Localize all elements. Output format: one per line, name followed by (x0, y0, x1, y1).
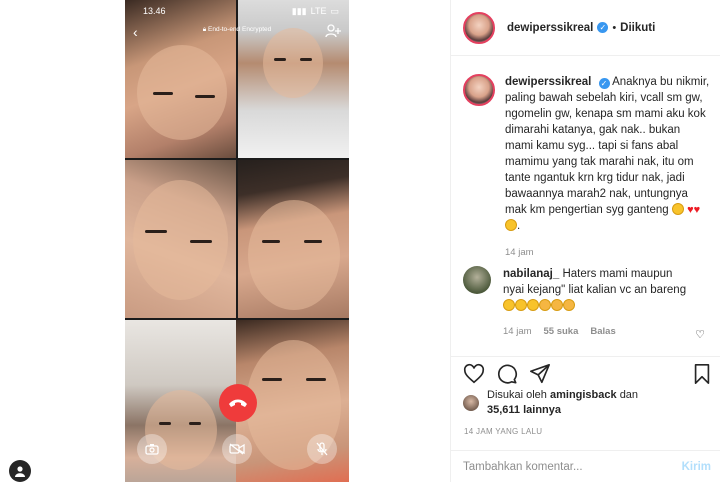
lock-icon: 🔒︎ (202, 26, 207, 33)
add-participant-icon[interactable] (325, 24, 341, 38)
share-icon[interactable] (529, 363, 551, 385)
heart-emoji-icon: ♥♥ (687, 204, 701, 216)
bookmark-icon[interactable] (691, 363, 713, 385)
video-call-screenshot: 13.46 ▮▮▮ LTE ▭ ‹ 🔒︎ End-to-end Encrypte… (125, 0, 349, 482)
liked-by-text: Disukai oleh amingisback dan 35,611 lain… (487, 388, 638, 418)
status-time: 13.46 (143, 6, 166, 16)
post-comment-button[interactable]: Kirim (682, 461, 711, 473)
call-tile-3 (125, 160, 236, 318)
mic-toggle-button[interactable] (307, 434, 337, 464)
comment-input[interactable] (463, 460, 663, 473)
heart-icon[interactable] (463, 363, 485, 385)
liked-by-prefix: Disukai oleh (487, 389, 547, 401)
verified-icon: ✓ (598, 78, 610, 89)
clap-emoji-icon (539, 299, 575, 312)
comment-text: nabilanaj_ Haters mami maupun nyai kejan… (503, 266, 689, 314)
user-icon (15, 466, 25, 477)
video-off-icon (229, 443, 245, 455)
comment-meta: 14 jam 55 suka Balas (503, 326, 689, 337)
caption-username[interactable]: dewiperssikreal (505, 76, 591, 88)
separator-dot: • (612, 21, 617, 34)
caption-body: Anaknya bu nikmir, paling bawah sebelah … (505, 76, 710, 216)
laugh-emoji-icon (505, 219, 517, 232)
signal-icon: ▮▮▮ (291, 5, 307, 16)
like-count[interactable]: 35,611 lainnya (487, 404, 561, 416)
network-label: LTE (310, 6, 327, 16)
tagged-users-button[interactable] (9, 460, 31, 482)
comment-item: nabilanaj_ Haters mami maupun nyai kejan… (463, 266, 713, 337)
caption-time[interactable]: 14 jam (505, 247, 711, 258)
header-username[interactable]: dewiperssikreal (507, 22, 593, 34)
video-toggle-button[interactable] (222, 434, 252, 464)
camera-flip-icon (145, 444, 159, 455)
avatar[interactable] (463, 11, 495, 44)
comment-likes[interactable]: 55 suka (544, 326, 579, 337)
comment-icon[interactable] (496, 363, 518, 385)
post-media[interactable]: 13.46 ▮▮▮ LTE ▭ ‹ 🔒︎ End-to-end Encrypte… (0, 0, 450, 482)
caption: dewiperssikreal ✓ Anaknya bu nikmir, pal… (463, 74, 713, 258)
liked-by-and: dan (619, 389, 639, 401)
call-tile-4 (238, 160, 349, 318)
comment-like-heart-icon[interactable]: ♡ (695, 328, 705, 341)
comment-time[interactable]: 14 jam (503, 326, 532, 337)
caption-avatar[interactable] (463, 74, 495, 106)
instagram-post-page: 13.46 ▮▮▮ LTE ▭ ‹ 🔒︎ End-to-end Encrypte… (0, 0, 720, 482)
follow-status-button[interactable]: Diikuti (620, 22, 655, 34)
reply-button[interactable]: Balas (590, 326, 615, 337)
smile-emoji-icon (671, 203, 684, 216)
post-header: dewiperssikreal ✓ • Diikuti (451, 0, 720, 56)
end-call-icon (229, 399, 247, 407)
comment-avatar[interactable] (463, 266, 491, 294)
post-timestamp[interactable]: 14 JAM YANG LALU (464, 427, 542, 436)
verified-icon: ✓ (597, 22, 609, 33)
battery-icon: ▭ (330, 5, 339, 16)
post-details-panel: dewiperssikreal ✓ • Diikuti dewiperssikr… (450, 0, 720, 482)
phone-status-bar: 13.46 ▮▮▮ LTE ▭ (125, 0, 349, 22)
laugh-emoji-icon (503, 299, 539, 312)
camera-flip-button[interactable] (137, 434, 167, 464)
liked-by-user[interactable]: amingisback (550, 389, 617, 401)
encryption-label: 🔒︎ End-to-end Encrypted (202, 26, 272, 33)
end-call-button[interactable] (219, 384, 257, 422)
caption-text: dewiperssikreal ✓ Anaknya bu nikmir, pal… (505, 76, 710, 232)
add-comment-bar: Kirim (451, 450, 720, 482)
comments-section[interactable]: dewiperssikreal ✓ Anaknya bu nikmir, pal… (451, 56, 720, 356)
comment-username[interactable]: nabilanaj_ (503, 268, 559, 280)
liked-by: Disukai oleh amingisback dan 35,611 lain… (463, 388, 713, 418)
call-tile-1 (125, 0, 236, 158)
liker-avatar[interactable] (463, 395, 479, 411)
post-actions (451, 356, 720, 392)
mic-off-icon (316, 442, 328, 456)
